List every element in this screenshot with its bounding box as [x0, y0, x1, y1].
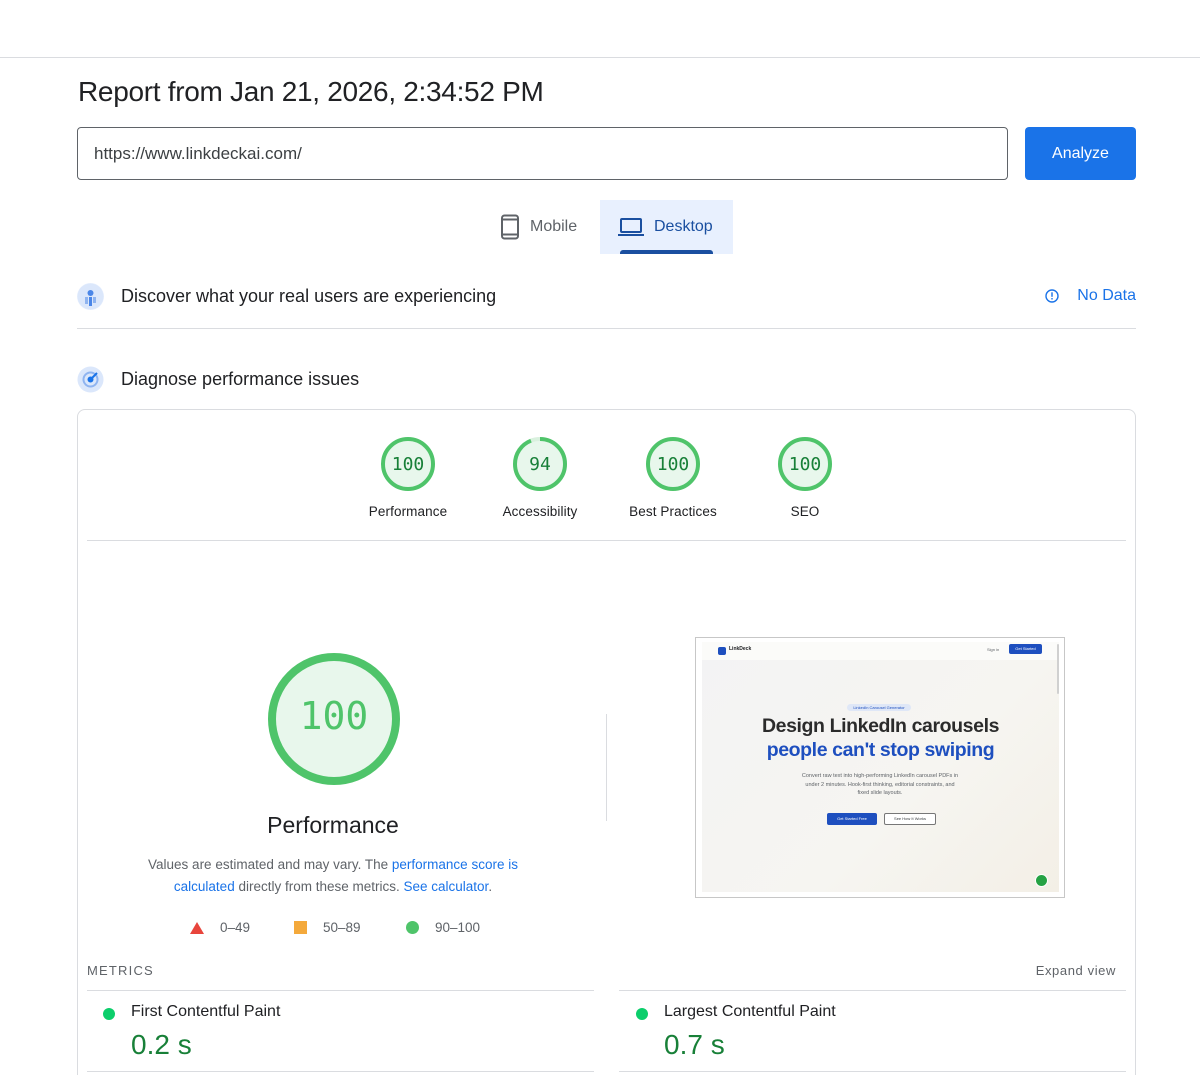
lighthouse-icon [77, 366, 104, 393]
pass-circle-icon [636, 1008, 648, 1020]
legend-pass: 90–100 [406, 920, 480, 935]
phone-icon [501, 214, 519, 240]
analyze-button[interactable]: Analyze [1025, 127, 1136, 180]
note-text: . [488, 879, 493, 894]
screenshot-scrollbar [1057, 644, 1059, 694]
real-users-title: Discover what your real users are experi… [121, 285, 497, 306]
section-divider [77, 328, 1136, 329]
screenshot-headline-accent: people can't stop swiping [766, 739, 995, 761]
real-users-section: Discover what your real users are experi… [77, 281, 1136, 311]
final-screenshot[interactable]: LinkDeck Sign in Get Started LinkedIn Ca… [695, 637, 1065, 898]
diagnose-title: Diagnose performance issues [121, 368, 360, 389]
screenshot-page: LinkDeck Sign in Get Started LinkedIn Ca… [702, 642, 1059, 892]
metric-value: 0.7 s [664, 1029, 725, 1060]
score-ring: 100 [646, 437, 700, 491]
top-bar [0, 0, 1200, 58]
legend-range: 0–49 [220, 920, 251, 935]
metrics-header: METRICS [87, 963, 154, 978]
tab-desktop[interactable]: Desktop [600, 200, 733, 254]
screenshot-badge: LinkedIn Carousel Generator [847, 704, 911, 711]
metrics-divider [619, 1071, 1126, 1072]
tab-mobile-label: Mobile [530, 218, 578, 235]
score-gauge-performance[interactable]: 100 Performance [353, 436, 463, 519]
performance-title: Performance [267, 812, 399, 838]
screenshot-navbar [702, 642, 1059, 660]
note-text: Values are estimated and may vary. The [148, 857, 392, 872]
info-icon [1045, 289, 1059, 303]
estimate-note: Values are estimated and may vary. The p… [128, 854, 538, 898]
screenshot-description: Convert raw text into high-performing Li… [801, 773, 959, 796]
screenshot-headline: Design LinkedIn carousels [761, 715, 1000, 737]
score-label: Accessibility [502, 504, 578, 519]
see-calculator-link[interactable]: See calculator [404, 879, 489, 894]
pass-circle-icon [406, 921, 419, 934]
performance-score-value: 100 [300, 694, 369, 738]
score-value: 100 [657, 454, 690, 475]
diagnose-section: Diagnose performance issues [77, 364, 1136, 394]
score-value: 100 [392, 454, 425, 475]
screenshot-primary-button: Get Started Free [827, 813, 877, 825]
score-gauge-best-practices[interactable]: 100 Best Practices [618, 436, 728, 519]
tab-selected-indicator [620, 250, 713, 254]
average-square-icon [294, 921, 307, 934]
note-text: directly from these metrics. [234, 879, 404, 894]
tab-desktop-label: Desktop [654, 218, 713, 235]
url-input[interactable] [77, 127, 1008, 180]
performance-gauge: 100 [268, 653, 400, 785]
metrics-divider [87, 1071, 594, 1072]
scores-divider [87, 540, 1126, 541]
metric-name: First Contentful Paint [131, 1003, 281, 1020]
vertical-separator [606, 714, 607, 821]
whatsapp-icon [1035, 874, 1048, 887]
metric-value: 0.2 s [131, 1029, 192, 1060]
expand-view-button[interactable]: Expand view [1036, 963, 1116, 978]
laptop-icon [618, 218, 644, 236]
tab-mobile[interactable]: Mobile [484, 200, 600, 254]
no-data-label: No Data [1077, 287, 1136, 304]
score-label: Best Practices [629, 504, 717, 519]
score-gauge-accessibility[interactable]: 94 Accessibility [485, 436, 595, 519]
screenshot-signin: Sign in [987, 647, 1000, 652]
pass-circle-icon [103, 1008, 115, 1020]
legend-range: 90–100 [435, 920, 481, 935]
metric-name: Largest Contentful Paint [664, 1003, 836, 1020]
score-gauge-seo[interactable]: 100 SEO [750, 436, 860, 519]
score-value: 100 [789, 454, 822, 475]
score-label: Performance [368, 504, 448, 519]
score-label: SEO [790, 504, 820, 519]
metrics-divider [619, 990, 1126, 991]
fail-triangle-icon [190, 921, 204, 934]
legend-average: 50–89 [294, 920, 361, 935]
legend-fail: 0–49 [190, 920, 250, 935]
screenshot-secondary-button: See How It Works [884, 813, 936, 825]
no-data-link[interactable]: No Data [1045, 287, 1136, 305]
metrics-divider [87, 990, 594, 991]
score-value: 94 [529, 454, 551, 475]
legend-range: 50–89 [323, 920, 361, 935]
score-ring: 100 [381, 437, 435, 491]
score-ring: 94 [513, 437, 567, 491]
crux-icon [77, 282, 104, 310]
screenshot-get-started: Get Started [1009, 644, 1042, 654]
linkdeck-logo-icon [718, 647, 726, 655]
report-title: Report from Jan 21, 2026, 2:34:52 PM [78, 76, 544, 107]
score-ring: 100 [778, 437, 832, 491]
screenshot-brand: LinkDeck [729, 646, 752, 652]
